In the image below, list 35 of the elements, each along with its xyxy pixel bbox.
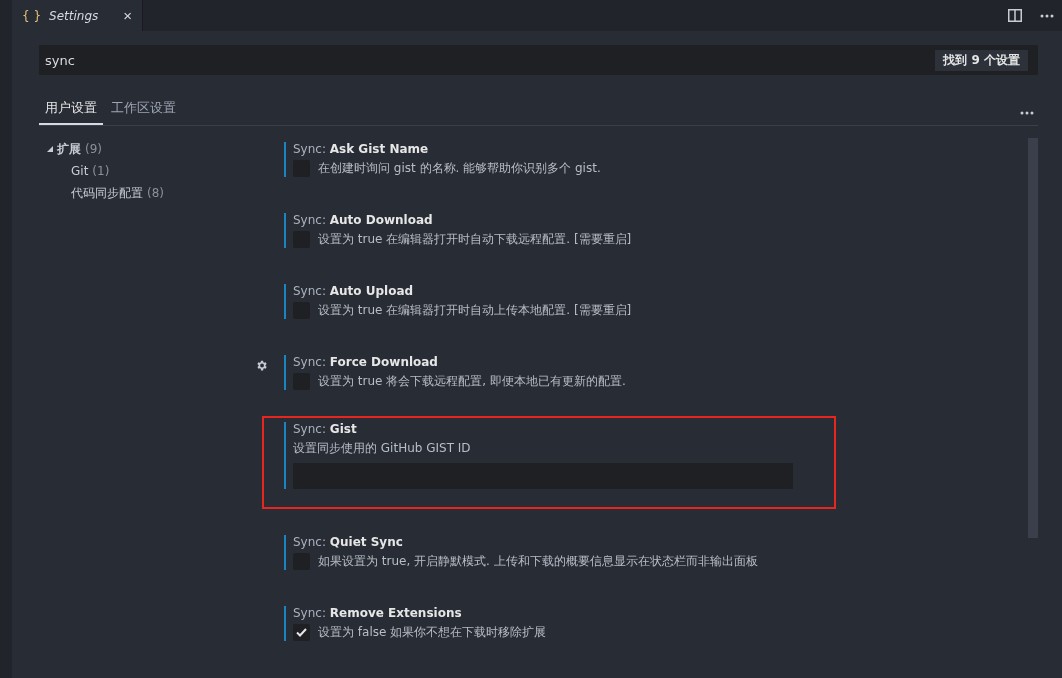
- setting-title: Sync: Auto Download: [293, 213, 434, 227]
- setting-title: Sync: Quiet Sync: [293, 535, 404, 549]
- tree-item-count: (9): [85, 142, 102, 156]
- tree-item[interactable]: 扩展: [57, 140, 81, 158]
- more-icon[interactable]: [1040, 13, 1054, 18]
- checkbox[interactable]: [293, 624, 310, 641]
- settings-tab[interactable]: 用户设置: [39, 99, 103, 125]
- setting-title: Sync: Force Download: [293, 355, 439, 369]
- more-icon: [1020, 111, 1034, 115]
- setting-description: 如果设置为 true, 开启静默模式. 上传和下载的概要信息显示在状态栏而非输出面板: [318, 553, 758, 570]
- tree-item[interactable]: Git: [71, 164, 89, 178]
- tree-item-count: (1): [92, 164, 110, 178]
- setting-description: 设置为 true 在编辑器打开时自动下载远程配置. [需要重启]: [318, 231, 632, 248]
- tree-item[interactable]: 代码同步配置: [71, 184, 143, 202]
- settings-tab[interactable]: 工作区设置: [105, 99, 182, 125]
- editor-tab[interactable]: { } Settings ×: [12, 0, 143, 31]
- braces-icon: { }: [22, 8, 42, 23]
- result-count: 找到 9 个设置: [935, 49, 1028, 71]
- setting-description: 设置为 false 如果你不想在下载时移除扩展: [318, 624, 547, 641]
- setting-title: Sync: Gist: [293, 422, 358, 436]
- setting-title: Sync: Ask Gist Name: [293, 142, 430, 156]
- checkmark-icon: [296, 628, 307, 637]
- setting-title: Sync: Remove Extensions: [293, 606, 463, 620]
- close-button[interactable]: ×: [123, 7, 132, 24]
- setting-description: 设置为 true 将会下载远程配置, 即便本地已有更新的配置.: [318, 373, 626, 390]
- split-editor-icon[interactable]: [1008, 9, 1022, 22]
- search-field[interactable]: sync 找到 9 个设置: [39, 45, 1038, 75]
- search-input[interactable]: sync: [43, 51, 936, 69]
- setting-description: 设置为 true 在编辑器打开时自动上传本地配置. [需要重启]: [318, 302, 632, 319]
- setting-description: 在创建时询问 gist 的名称. 能够帮助你识别多个 gist.: [318, 160, 601, 177]
- setting-description: 设置同步使用的 GitHub GIST ID: [293, 440, 472, 457]
- gear-icon[interactable]: [255, 359, 268, 372]
- setting-title: Sync: Auto Upload: [293, 284, 415, 298]
- tree-item-count: (8): [147, 186, 164, 200]
- tab-title: Settings: [49, 8, 100, 23]
